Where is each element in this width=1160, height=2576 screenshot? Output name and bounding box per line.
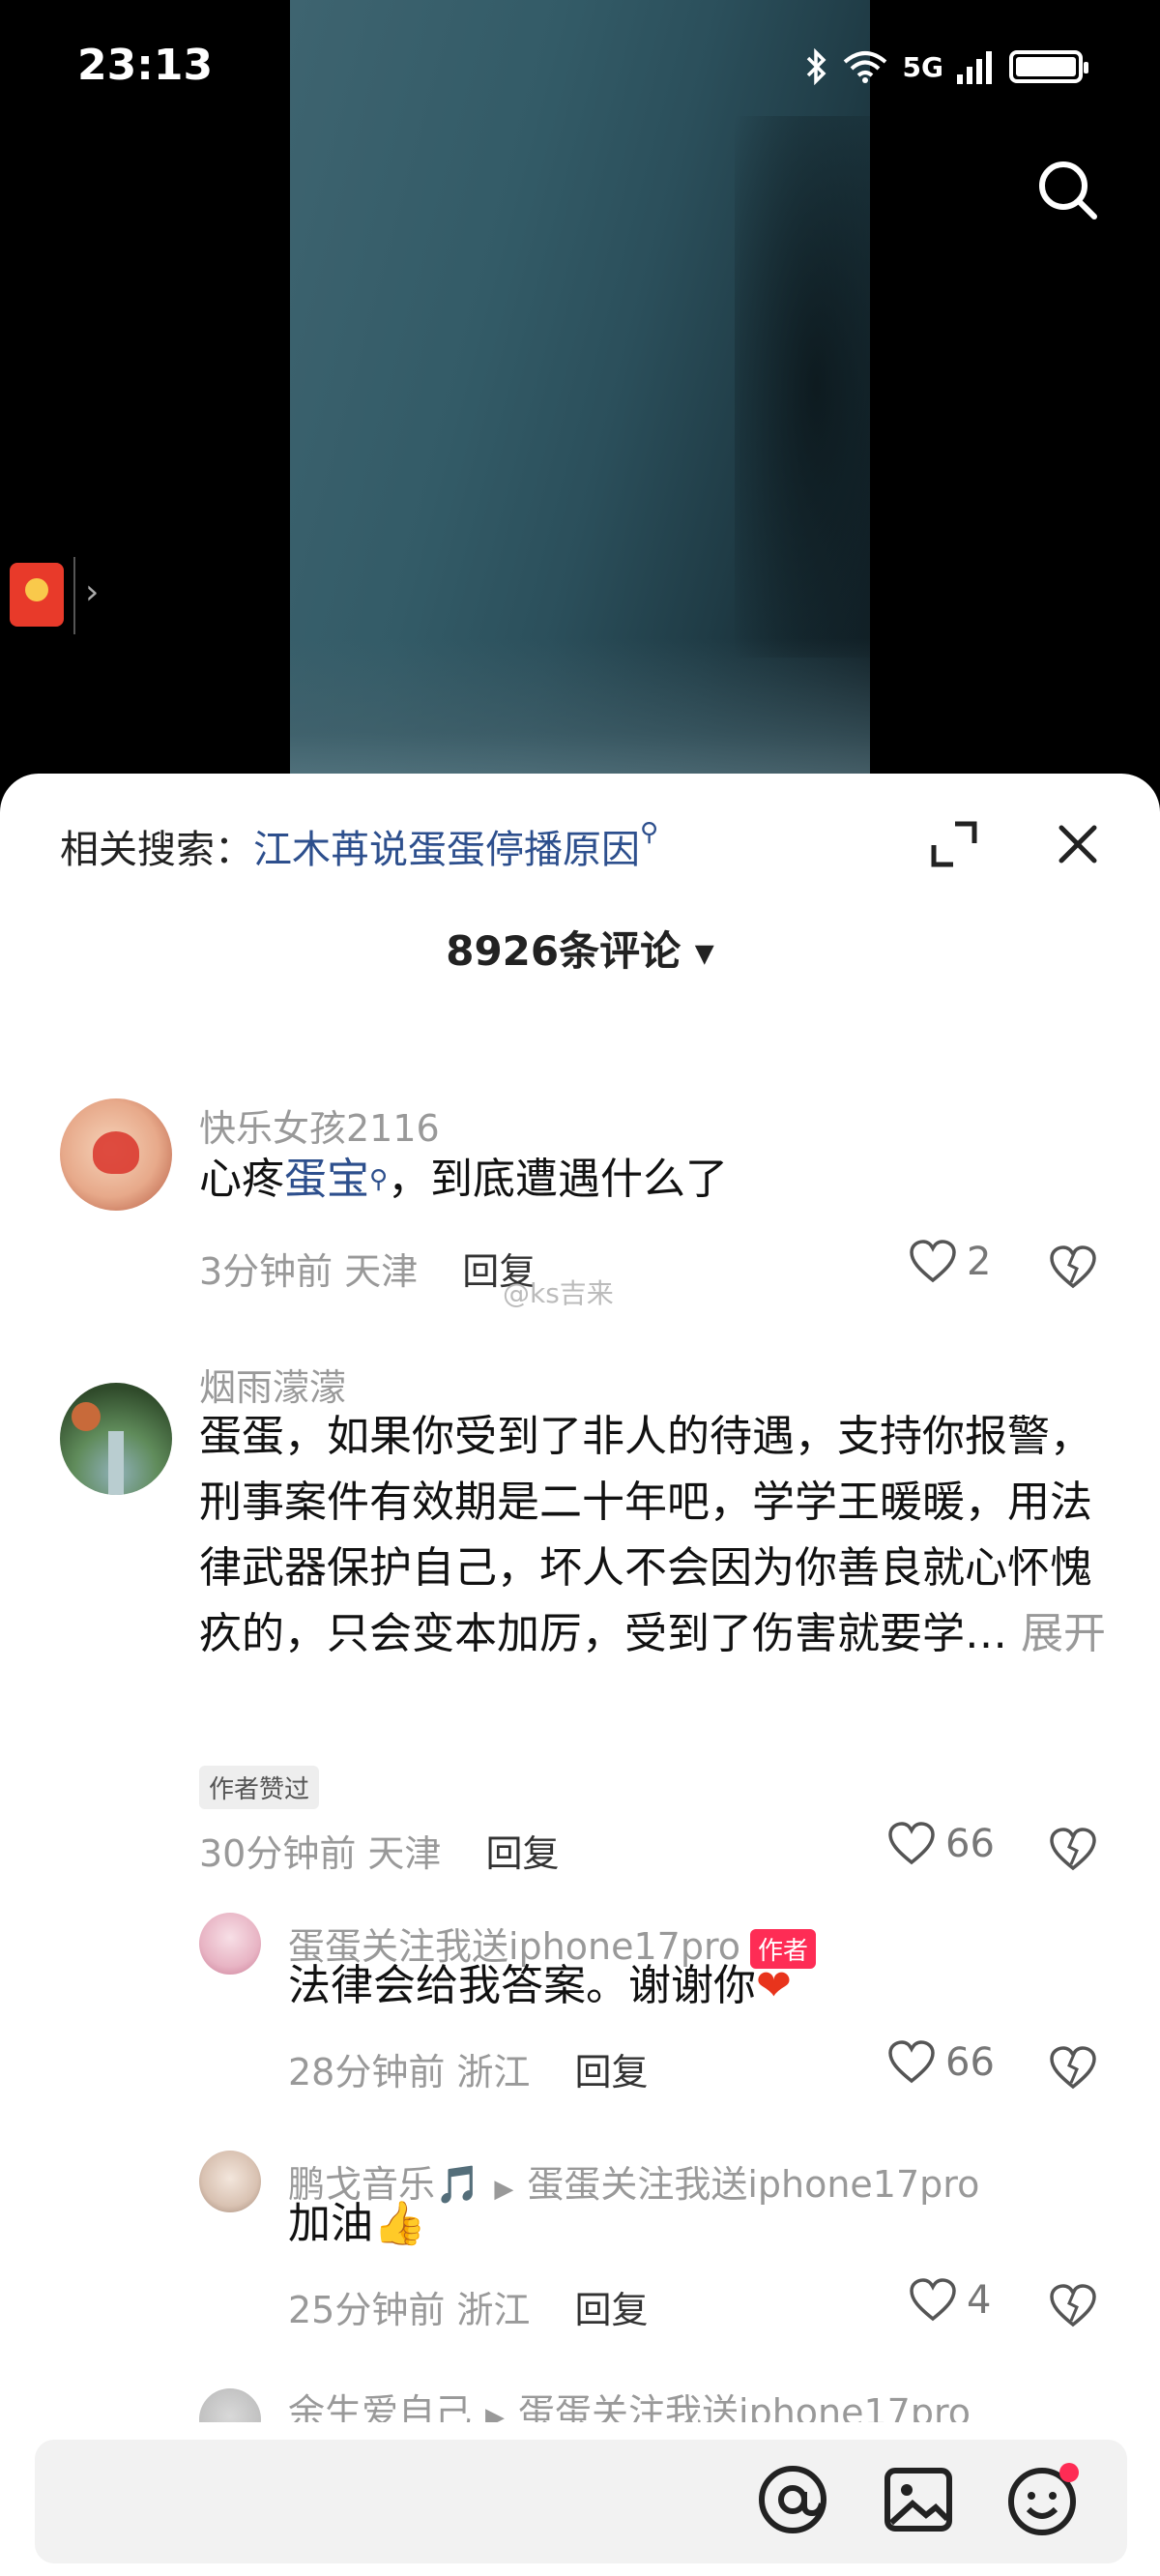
comment-text: 蛋蛋，如果你受到了非人的待遇，支持你报警，刑事案件有效期是二十年吧，学学王暖暖，…	[199, 1404, 1108, 1667]
status-bar: 23:13 5G	[0, 0, 1160, 145]
comment-meta: 30分钟前 天津 回复	[199, 1824, 559, 1877]
signal-icon	[957, 51, 992, 84]
comment-time: 30分钟前 天津	[199, 1832, 442, 1875]
reply-time: 25分钟前 浙江	[288, 2289, 531, 2331]
comment-text-post: ，到底遭遇什么了	[388, 1155, 729, 1204]
like-button[interactable]: 66	[887, 1822, 995, 1866]
clock: 23:13	[77, 41, 214, 90]
divider	[73, 557, 75, 634]
status-icons: 5G	[804, 48, 1088, 85]
avatar[interactable]	[199, 2151, 261, 2212]
heart-emoji-icon: ❤	[756, 1961, 792, 2010]
like-button[interactable]: 2	[909, 1240, 991, 1284]
comment-meta: 3分钟前 天津 回复	[199, 1242, 536, 1295]
search-icon: ⚲	[640, 818, 659, 847]
reply-text-body: 加油👍	[288, 2199, 426, 2248]
comment-time: 3分钟前 天津	[199, 1250, 419, 1293]
comment-text: 心疼蛋宝⚲，到底遭遇什么了	[199, 1147, 1108, 1213]
like-count: 2	[967, 1240, 992, 1284]
red-packet-icon[interactable]	[10, 563, 64, 627]
reply-text-body: 法律会给我答案。谢谢你	[288, 1961, 756, 2010]
mention-icon[interactable]	[756, 2463, 829, 2536]
comment-text-pre: 心疼	[199, 1155, 284, 1204]
wifi-icon	[843, 51, 886, 83]
comment-input[interactable]	[35, 2440, 1127, 2563]
video-shadow	[735, 116, 870, 658]
like-count: 66	[945, 1822, 995, 1866]
related-search-keyword[interactable]: 江木苒说蛋蛋停播原因	[253, 828, 640, 872]
reply-meta: 25分钟前 浙江 回复	[288, 2280, 648, 2333]
like-count: 4	[967, 2278, 992, 2323]
comment-count-text: 8926条评论	[446, 927, 682, 975]
emoji-icon[interactable]	[1005, 2463, 1079, 2536]
reply-username-text: 余生爱自己	[288, 2391, 473, 2423]
dislike-icon[interactable]	[1048, 2044, 1098, 2091]
comment-username[interactable]: 快乐女孩2116	[199, 1098, 440, 1152]
avatar[interactable]	[199, 1913, 261, 1975]
author-liked-badge: 作者赞过	[199, 1766, 320, 1809]
bluetooth-icon	[806, 48, 826, 85]
search-icon: ⚲	[369, 1165, 389, 1194]
reply-button[interactable]: 回复	[574, 2051, 648, 2093]
avatar[interactable]	[60, 1383, 172, 1495]
related-search[interactable]: 相关搜索：江木苒说蛋蛋停播原因⚲	[60, 818, 658, 874]
chevron-right-icon[interactable]: ›	[85, 572, 99, 612]
reply-username[interactable]: 余生爱自己 ▶ 蛋蛋关注我送iphone17pro	[288, 2388, 971, 2423]
dislike-icon[interactable]	[1048, 1826, 1098, 1872]
reply-text: 法律会给我答案。谢谢你❤	[288, 1953, 1100, 2019]
comment-input-bar	[0, 2422, 1160, 2576]
reply-text: 加油👍	[288, 2191, 1100, 2257]
heart-icon	[910, 1240, 956, 1283]
dislike-icon[interactable]	[1048, 2282, 1098, 2328]
heart-icon	[888, 2040, 935, 2084]
reply-button[interactable]: 回复	[485, 1832, 559, 1875]
watermark: @ks吉来	[503, 1277, 614, 1309]
search-icon[interactable]	[1034, 157, 1102, 224]
reply-item: 余生爱自己 ▶ 蛋蛋关注我送iphone17pro	[0, 2388, 1160, 2423]
video-floor	[290, 638, 870, 774]
reply-arrow-icon: ▶	[485, 2403, 506, 2423]
like-button[interactable]: 4	[909, 2278, 991, 2323]
heart-icon	[910, 2278, 956, 2322]
battery-icon	[1009, 50, 1088, 83]
reply-time: 28分钟前 浙江	[288, 2051, 531, 2093]
dislike-icon[interactable]	[1048, 1244, 1098, 1290]
comment-link[interactable]: 蛋宝	[284, 1155, 369, 1204]
reply-to-user[interactable]: 蛋蛋关注我送iphone17pro	[518, 2391, 971, 2423]
close-icon[interactable]	[1054, 820, 1102, 868]
comment-count[interactable]: 8926条评论 ▼	[0, 919, 1160, 978]
avatar[interactable]	[60, 1098, 172, 1211]
comment-username[interactable]: 烟雨濛濛	[199, 1358, 346, 1411]
related-search-label: 相关搜索：	[60, 828, 253, 872]
expand-icon[interactable]	[930, 820, 978, 868]
image-icon[interactable]	[882, 2463, 955, 2536]
reply-button[interactable]: 回复	[574, 2289, 648, 2331]
heart-icon	[888, 1822, 935, 1865]
reply-meta: 28分钟前 浙江 回复	[288, 2042, 648, 2095]
like-button[interactable]: 66	[887, 2040, 995, 2085]
network-type: 5G	[902, 50, 943, 83]
comment-text-body: 蛋蛋，如果你受到了非人的待遇，支持你报警，刑事案件有效期是二十年吧，学学王暖暖，…	[199, 1412, 1092, 1658]
expand-text-button[interactable]: 展开	[1021, 1609, 1106, 1658]
caret-down-icon: ▼	[694, 939, 714, 969]
like-count: 66	[945, 2040, 995, 2085]
avatar[interactable]	[199, 2388, 261, 2423]
comments-panel: 相关搜索：江木苒说蛋蛋停播原因⚲ 8926条评论 ▼ 快乐女孩2116 心疼蛋宝…	[0, 774, 1160, 2576]
